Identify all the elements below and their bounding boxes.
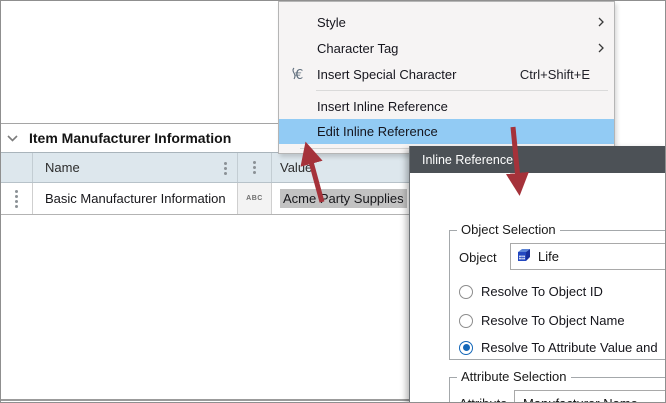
- special-character-icon: €: [279, 66, 317, 82]
- header-spacer-cell: [1, 153, 33, 182]
- dialog-body: Object Selection Object Life: [410, 173, 666, 403]
- attribute-table: Name Value Basic Manufacturer Informatio…: [1, 152, 453, 215]
- attribute-value: Manufacturer Name: [523, 396, 638, 403]
- radio-resolve-attribute-value[interactable]: Resolve To Attribute Value and: [459, 340, 658, 355]
- radio-icon[interactable]: [459, 285, 473, 299]
- context-menu: Style Character Tag € Insert Special Cha…: [278, 1, 615, 154]
- svg-text:€: €: [295, 68, 303, 82]
- menu-item-insert-inline-reference[interactable]: Insert Inline Reference: [279, 94, 614, 119]
- row-name-text: Basic Manufacturer Information: [45, 191, 226, 206]
- document-bottom-edge: [1, 399, 413, 401]
- dialog-titlebar[interactable]: Inline Reference: [410, 146, 666, 173]
- section-title: Item Manufacturer Information: [29, 130, 231, 146]
- header-type-cell[interactable]: [238, 153, 272, 182]
- menu-shortcut: Ctrl+Shift+E: [520, 67, 590, 82]
- drag-handle-icon[interactable]: [15, 190, 18, 208]
- text-type-badge: ABC: [246, 195, 263, 202]
- menu-item-style[interactable]: Style: [279, 9, 614, 35]
- object-label: Object: [459, 250, 497, 265]
- attribute-selection-group: Attribute Selection Attribute Manufactur…: [449, 377, 666, 403]
- row-drag-cell[interactable]: [1, 183, 33, 214]
- attribute-label: Attribute: [459, 396, 507, 403]
- value-column-label: Value: [280, 160, 312, 175]
- table-row: Basic Manufacturer Information ABC Acme …: [1, 183, 453, 215]
- selected-value-text[interactable]: Acme Party Supplies: [280, 189, 407, 208]
- radio-selected-icon[interactable]: [459, 341, 473, 355]
- group-legend: Attribute Selection: [457, 369, 571, 384]
- group-legend: Object Selection: [457, 222, 560, 237]
- inline-reference-dialog: Inline Reference Object Selection Object: [409, 146, 666, 403]
- object-type-icon: [516, 247, 532, 266]
- screenshot-root: Item Manufacturer Information Name Value…: [0, 0, 666, 403]
- submenu-arrow-icon: [596, 17, 606, 27]
- radio-resolve-object-name[interactable]: Resolve To Object Name: [459, 313, 625, 328]
- row-name-cell[interactable]: Basic Manufacturer Information: [33, 183, 238, 214]
- object-value: Life: [538, 249, 559, 264]
- submenu-arrow-icon: [596, 43, 606, 53]
- table-header-row: Name Value: [1, 152, 453, 183]
- radio-icon[interactable]: [459, 314, 473, 328]
- column-menu-icon[interactable]: [224, 162, 227, 175]
- chevron-down-icon[interactable]: [1, 135, 23, 142]
- menu-separator: [316, 90, 608, 91]
- radio-resolve-object-id[interactable]: Resolve To Object ID: [459, 284, 603, 299]
- object-field[interactable]: Life: [510, 243, 666, 270]
- column-menu-icon[interactable]: [253, 161, 256, 174]
- object-selection-group: Object Selection Object Life: [449, 230, 666, 360]
- section-header: Item Manufacturer Information: [1, 123, 279, 152]
- menu-item-character-tag[interactable]: Character Tag: [279, 35, 614, 61]
- row-type-cell[interactable]: ABC: [238, 183, 272, 214]
- name-column-label: Name: [45, 160, 80, 175]
- menu-item-insert-special-character[interactable]: € Insert Special Character Ctrl+Shift+E: [279, 61, 614, 87]
- attribute-field[interactable]: Manufacturer Name: [514, 390, 666, 403]
- menu-item-edit-inline-reference[interactable]: Edit Inline Reference: [279, 119, 614, 144]
- dialog-title: Inline Reference: [422, 153, 513, 167]
- header-name-cell[interactable]: Name: [33, 153, 238, 182]
